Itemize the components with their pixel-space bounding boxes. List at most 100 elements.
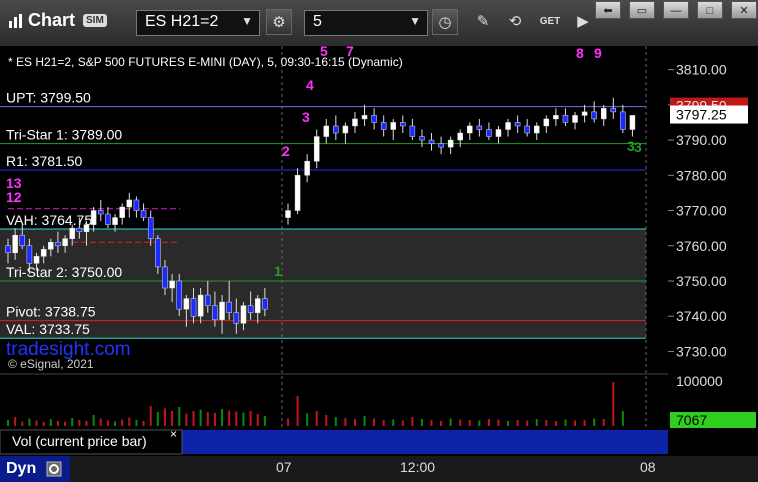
maximize-icon[interactable]: □ <box>697 1 723 19</box>
candle-body <box>304 160 310 176</box>
app-logo: Chart SIM <box>8 10 107 31</box>
candle-body <box>40 249 47 257</box>
candle-body <box>183 298 190 310</box>
level-label: Tri-Star 2: 3750.00 <box>6 264 122 280</box>
level-label: Pivot: 3738.75 <box>6 304 96 320</box>
volume-last: 7067 <box>676 412 707 428</box>
candle-body <box>562 115 569 123</box>
candle-body <box>190 298 197 317</box>
chart-pane[interactable]: UPT: 3799.50 Tri-Star 1: 3789.00 R1: 3781.… <box>0 46 668 456</box>
candle-body <box>285 210 291 218</box>
candle-body <box>126 199 133 208</box>
clock-icon[interactable]: ◷ <box>432 9 458 35</box>
candle-body <box>33 256 40 264</box>
candle-body <box>205 294 211 306</box>
time-tick: 08 <box>640 459 656 475</box>
candle-body <box>629 115 636 130</box>
candle-body <box>486 129 492 137</box>
candle-body <box>26 245 33 264</box>
interval-value: 5 <box>313 13 322 30</box>
sequence-marker: 4 <box>306 77 314 93</box>
chevron-down-icon[interactable]: ▼ <box>409 14 421 28</box>
candle-body <box>342 125 349 134</box>
candle <box>294 168 301 215</box>
level-label: R1: 3781.50 <box>6 153 82 169</box>
candle-body <box>240 305 247 324</box>
candle-body <box>352 118 358 127</box>
restore-window-icon[interactable]: ▭ <box>629 1 655 19</box>
close-icon[interactable]: ✕ <box>731 1 757 19</box>
price-tick-label: 3760.00 <box>676 238 727 254</box>
candle-body <box>119 206 125 218</box>
candle-body <box>105 213 111 225</box>
play-icon[interactable]: ▶ <box>570 9 596 35</box>
candle-body <box>83 224 90 232</box>
candle-body <box>98 210 104 215</box>
candle-body <box>581 111 588 116</box>
candle-body <box>147 217 154 239</box>
sequence-marker: 7 <box>346 46 354 59</box>
chevron-down-icon[interactable]: ▼ <box>241 14 253 28</box>
sequence-marker: 12 <box>6 189 22 205</box>
candle-body <box>591 111 597 120</box>
price-chart[interactable]: UPT: 3799.50 Tri-Star 1: 3789.00 R1: 3781.… <box>0 46 668 456</box>
candle-body <box>55 241 61 247</box>
sim-badge: SIM <box>83 14 107 27</box>
candle-body <box>176 280 182 310</box>
candle-body <box>543 118 550 127</box>
candle-body <box>524 125 530 134</box>
interval-combo[interactable]: 5 ▼ <box>304 10 428 36</box>
candle-body <box>219 301 225 320</box>
candle-body <box>380 122 387 130</box>
price-tick-label: 3790.00 <box>676 132 727 148</box>
candle-body <box>169 280 175 289</box>
candle-body <box>226 301 232 313</box>
candle-body <box>155 238 161 268</box>
study-icon[interactable]: ⟲ <box>502 9 528 35</box>
dyn-label: Dyn <box>6 460 37 477</box>
minimize-icon[interactable]: — <box>663 1 689 19</box>
candle-body <box>162 266 168 289</box>
candle-body <box>112 217 118 225</box>
settings-gear-icon[interactable]: ⚙ <box>266 9 292 35</box>
volume-panel-label: Vol (current price bar) <box>12 433 147 449</box>
pencil-icon[interactable]: ✎ <box>470 9 496 35</box>
candle-body <box>620 111 626 130</box>
price-axis-svg: 3810.003800.003790.003780.003770.003760.… <box>668 62 756 428</box>
candle-body <box>262 298 268 310</box>
back-window-icon[interactable]: ⬅ <box>595 1 621 19</box>
candle-body <box>69 227 75 239</box>
candle-body <box>313 136 320 162</box>
price-tick-label: 3770.00 <box>676 203 727 219</box>
candle-body <box>371 115 377 123</box>
candle-body <box>553 115 559 120</box>
price-axis[interactable]: 3810.003800.003790.003780.003770.003760.… <box>668 46 758 456</box>
sequence-marker: 8 <box>576 46 584 61</box>
value-area-band <box>0 229 646 339</box>
candle-body <box>140 210 147 218</box>
sequence-marker: 9 <box>594 46 602 61</box>
candle-body <box>400 122 406 127</box>
candle-body <box>438 143 444 148</box>
candle-body <box>572 115 578 123</box>
price-tick-label: 3750.00 <box>676 273 727 289</box>
candle-body <box>19 234 26 247</box>
candle-body <box>467 125 473 134</box>
last-price: 3797.25 <box>676 107 727 123</box>
candle-body <box>419 136 425 141</box>
symbol-combo[interactable]: ES H21=2 ▼ <box>136 10 260 36</box>
sequence-marker: 2 <box>282 143 290 159</box>
candle-body <box>610 108 617 113</box>
level-label: VAL: 3733.75 <box>6 321 90 337</box>
price-tick-label: 3810.00 <box>676 62 727 78</box>
candle-body <box>447 139 454 148</box>
lock-icon[interactable] <box>46 461 62 477</box>
candle-body <box>5 245 11 254</box>
get-button[interactable]: GET <box>536 9 564 35</box>
candle-body <box>62 238 68 246</box>
symbol-value: ES H21=2 <box>145 13 219 30</box>
dynamic-indicator[interactable]: Dyn <box>0 456 70 482</box>
time-tick: 07 <box>276 459 292 475</box>
candle-body <box>212 305 218 320</box>
candle-body <box>428 139 435 144</box>
